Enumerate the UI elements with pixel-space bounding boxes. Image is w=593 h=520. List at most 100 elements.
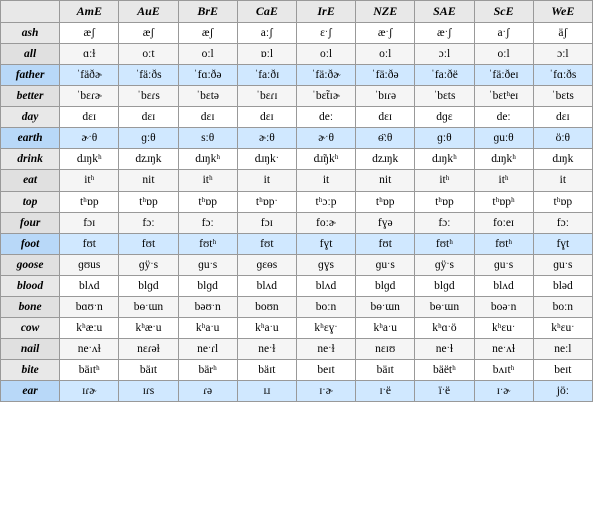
phonetic-cell: bɑʊˑn [60, 297, 119, 318]
phonetic-cell: jöː [533, 381, 592, 402]
phonetic-cell: neˑɫ [237, 339, 296, 360]
phonetic-cell: foːɚ [296, 212, 355, 233]
phonetic-cell: bäɪt [119, 360, 178, 381]
table-row: earthɚˑθɡːθsːθɚːθɚˑθɵ̈ːθɡːθɡuːθöːθ [1, 128, 593, 149]
phonetic-cell: ɡːθ [119, 128, 178, 149]
phonetic-cell: ɪɾs [119, 381, 178, 402]
phonetic-cell: sːθ [178, 128, 237, 149]
phonetic-cell: dɹŋkˑ [237, 149, 296, 170]
phonetic-cell: fʊtʰ [178, 233, 237, 254]
column-header-nze: NZE [356, 1, 415, 23]
phonetic-cell: bləd [533, 275, 592, 296]
phonetic-cell: ˈbɛɾɚ [60, 86, 119, 107]
column-header-sae: SAE [415, 1, 474, 23]
phonetic-cell: ˈfɑːðs [533, 64, 592, 85]
table-row: footfʊtfʊtfʊtʰfʊtfɣtfʊtfʊtʰfʊtʰfɣt [1, 233, 593, 254]
phonetic-cell: ɪˑë [356, 381, 415, 402]
table-row: bonebɑʊˑnbɵˑɯnbəʊˑnboʊnboːnbɵˑɯnbɵˑɯnboə… [1, 297, 593, 318]
phonetic-cell: dzɹŋk [119, 149, 178, 170]
phonetic-cell: kʰaˑu [178, 318, 237, 339]
phonetic-cell: ˈbɛt̃ɪɚ [296, 86, 355, 107]
column-header-ame: AmE [60, 1, 119, 23]
phonetic-cell: deː [296, 107, 355, 128]
phonetic-cell: ˈbɛts [533, 86, 592, 107]
phonetic-cell: it [296, 170, 355, 191]
phonetic-cell: ɾə [178, 381, 237, 402]
table-row: bitebäɪtʰbäɪtbärʰbäɪtbeɪtbäɪtbäëtʰbʌɪtʰb… [1, 360, 593, 381]
phonetic-cell: nit [119, 170, 178, 191]
table-row: betterˈbɛɾɚˈbɛɾsˈbɛtəˈbɛɾɪˈbɛt̃ɪɚˈbɪɾəˈb… [1, 86, 593, 107]
phonetic-cell: öːθ [533, 128, 592, 149]
phonetic-cell: neˑɫ [415, 339, 474, 360]
phonetic-cell: neˑɾl [178, 339, 237, 360]
phonetic-cell: tʰɒp [119, 191, 178, 212]
phonetic-cell: dɛɪ [60, 107, 119, 128]
phonetic-cell: ɡɛɵs [237, 254, 296, 275]
phonetic-cell: it [237, 170, 296, 191]
phonetic-cell: dɛɪ [356, 107, 415, 128]
phonetic-cell: itʰ [60, 170, 119, 191]
phonetic-cell: bäɪtʰ [60, 360, 119, 381]
phonetic-cell: kʰɑˑö [415, 318, 474, 339]
phonetic-cell: ˈfaːðɪ [237, 64, 296, 85]
table-row: nailneˑʌɫnɛɾəɫneˑɾlneˑɫneˑɫnɛɪʊneˑɫneˑʌɫ… [1, 339, 593, 360]
column-header-wee: WeE [533, 1, 592, 23]
phonetic-cell: ɡÿˑs [415, 254, 474, 275]
phonetic-cell: blɡd [119, 275, 178, 296]
phonetic-cell: ˈbɛtʰeɪ [474, 86, 533, 107]
phonetic-cell: ˈbɪɾə [356, 86, 415, 107]
phonetic-cell: kʰɛuˑ [474, 318, 533, 339]
phonetic-cell: bəʊˑn [178, 297, 237, 318]
word-label: top [1, 191, 60, 212]
phonetic-cell: tʰɒp [178, 191, 237, 212]
phonetic-cell: ˈfäːðs [119, 64, 178, 85]
phonetic-cell: boːn [533, 297, 592, 318]
phonetic-cell: dɹ̃ŋkʰ [296, 149, 355, 170]
phonetic-cell: ˈfaːðë [415, 64, 474, 85]
phonetic-cell: oːl [474, 43, 533, 64]
phonetic-cell: ɡɣs [296, 254, 355, 275]
table-row: allɑːɫoːtoːlɒːloːloːlɔːloːlɔːl [1, 43, 593, 64]
phonetic-cell: ïˑë [415, 381, 474, 402]
phonetic-cell: aːʃ [237, 22, 296, 43]
phonetic-cell: oːl [356, 43, 415, 64]
phonetic-cell: nɛɪʊ [356, 339, 415, 360]
word-label: eat [1, 170, 60, 191]
phonetic-cell: bɵˑɯn [415, 297, 474, 318]
phonetic-cell: fʊtʰ [415, 233, 474, 254]
table-row: fourfɔɪfɔːfɔːfɔɪfoːɚfɣəfɔːfoːeɪfɔː [1, 212, 593, 233]
phonetic-cell: æʃ [178, 22, 237, 43]
phonetic-cell: fɔɪ [60, 212, 119, 233]
table-row: fatherˈfäðɚˈfäːðsˈfɑːðəˈfaːðɪˈfäːðɚˈfäːð… [1, 64, 593, 85]
phonetic-cell: blʌd [474, 275, 533, 296]
phonetic-cell: ˈfäːðɚ [296, 64, 355, 85]
table-row: gooseɡʊusɡÿˑsɡuˑsɡɛɵsɡɣsɡuˑsɡÿˑsɡuˑsɡuˑs [1, 254, 593, 275]
phonetic-cell: oːt [119, 43, 178, 64]
phonetic-cell: fʊt [237, 233, 296, 254]
phonetic-cell: bʌɪtʰ [474, 360, 533, 381]
word-label: ash [1, 22, 60, 43]
word-label: all [1, 43, 60, 64]
phonetic-cell: ɡÿˑs [119, 254, 178, 275]
phonetic-cell: ɔːl [533, 43, 592, 64]
phonetic-cell: äʃ [533, 22, 592, 43]
column-header-sce: ScE [474, 1, 533, 23]
phonetic-cell: bäɪt [237, 360, 296, 381]
column-header-bre: BrE [178, 1, 237, 23]
phonetic-cell: æʃ [119, 22, 178, 43]
table-row: bloodblʌdblɡdblɡdblʌdblʌdblɡdblɡdblʌdblə… [1, 275, 593, 296]
phonetic-cell: ɡuːθ [474, 128, 533, 149]
phonetic-cell: oːl [296, 43, 355, 64]
phonetic-cell: ˈbɛɾɪ [237, 86, 296, 107]
phonetic-cell: itʰ [415, 170, 474, 191]
phonetic-cell: ɒːl [237, 43, 296, 64]
phonetic-cell: ˈbɛɾs [119, 86, 178, 107]
phonetic-cell: fɔɪ [237, 212, 296, 233]
phonetic-cell: ɪˑɚ [296, 381, 355, 402]
phonetic-cell: ɚˑθ [60, 128, 119, 149]
phonetic-cell: neˑʌɫ [60, 339, 119, 360]
phonetic-cell: fɣt [533, 233, 592, 254]
phonetic-cell: dɹŋkʰ [178, 149, 237, 170]
phonetic-cell: ɚːθ [237, 128, 296, 149]
phonetic-cell: nit [356, 170, 415, 191]
